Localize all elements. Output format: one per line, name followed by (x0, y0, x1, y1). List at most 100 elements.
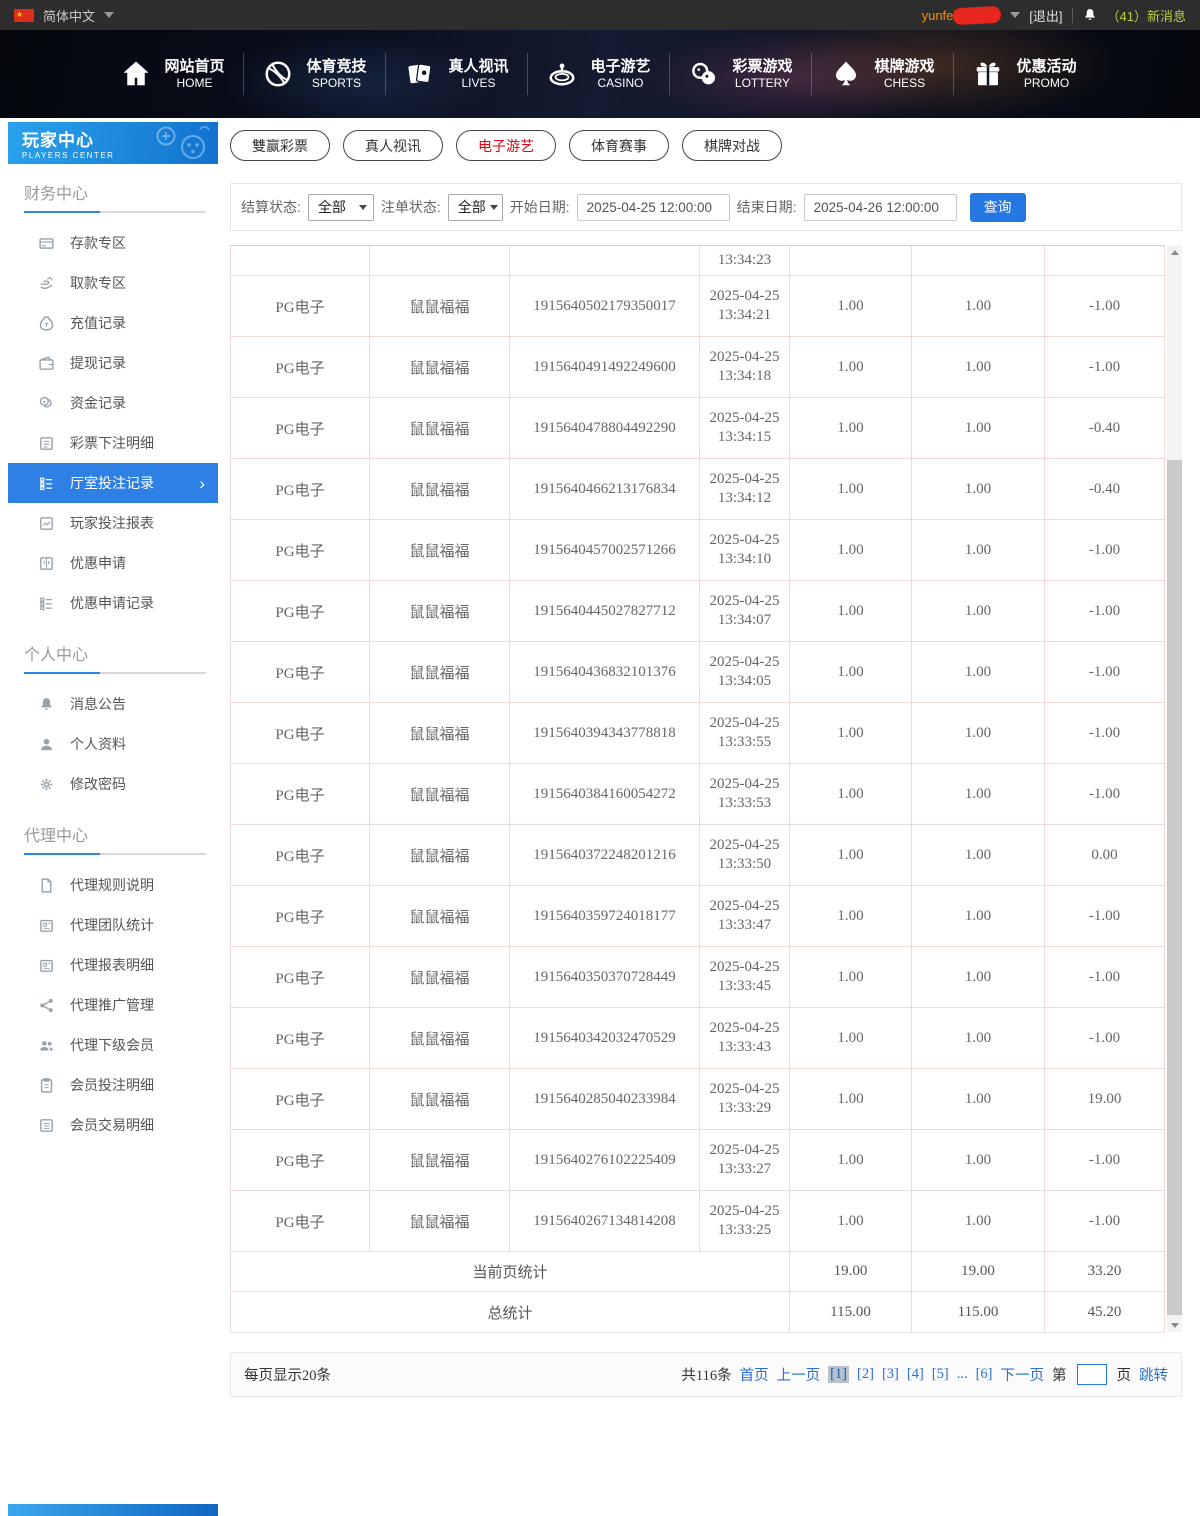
roulette-icon (547, 59, 577, 89)
section-underline (24, 853, 206, 855)
page-link-1[interactable]: [1] (828, 1366, 850, 1383)
profit-amount: -1.00 (1045, 1130, 1165, 1191)
sidebar-item[interactable]: 资金记录 (8, 383, 218, 423)
game-name: 鼠鼠福福 (370, 703, 510, 764)
sidebar-item[interactable]: 代理规则说明 (8, 865, 218, 905)
section-title: 财务中心 (24, 186, 89, 203)
nav-item-text: 棋牌游戏 CHESS (874, 57, 934, 91)
table-row: PG电子 鼠鼠福福 1915640350370728449 2025-04-25 13:… (230, 947, 1165, 1008)
bet-amount: 1.00 (790, 825, 912, 886)
category-tabs: 雙赢彩票 真人视讯 电子游艺 体育赛事 棋牌对战 (230, 130, 1182, 161)
sidebar-item[interactable]: 优惠申请记录 (8, 583, 218, 623)
table-row: PG电子 鼠鼠福福 1915640342032470529 2025-04-25 13:… (230, 1008, 1165, 1069)
sidebar-item[interactable]: 代理下级会员 (8, 1025, 218, 1065)
stat-bet: 115.00 (790, 1292, 912, 1333)
prev-page-link[interactable]: 上一页 (777, 1364, 821, 1385)
scrollbar-thumb[interactable] (1167, 460, 1182, 1315)
jump-prefix-label: 第 (1052, 1368, 1067, 1384)
sidebar-item[interactable]: 优惠申请 (8, 543, 218, 583)
sidebar-item-label: 玩家投注报表 (70, 515, 154, 531)
sidebar-item-active[interactable]: 厅室投注记录 › (8, 463, 218, 503)
settle-status-select[interactable]: 全部 (307, 193, 374, 221)
stat-profit: 45.20 (1045, 1292, 1165, 1333)
bet-amount: 1.00 (790, 703, 912, 764)
jump-button[interactable]: 跳转 (1139, 1364, 1168, 1385)
username[interactable]: yunfei (922, 8, 957, 23)
list-doc-icon (38, 435, 55, 452)
section-items: 代理规则说明 代理团队统计代理报表明细代理推广管理 代理下级会员 会员投注明细 会员交易… (8, 859, 218, 1147)
bell-icon[interactable] (1082, 7, 1098, 23)
sidebar-item-label: 提现记录 (70, 355, 126, 371)
provider: PG电子 (230, 581, 370, 642)
spade-icon (831, 59, 861, 89)
new-messages-link[interactable]: （41）新消息 (1107, 6, 1186, 25)
order-status-value: 全部 (457, 199, 486, 215)
sidebar-item[interactable]: 取款专区 (8, 263, 218, 303)
gear-icon (38, 776, 55, 793)
order-status-select[interactable]: 全部 (447, 193, 503, 221)
scroll-down-arrow-icon[interactable] (1167, 1318, 1182, 1332)
sidebar-item[interactable]: 会员交易明细 (8, 1105, 218, 1145)
stat-valid: 115.00 (912, 1292, 1045, 1333)
sidebar-item[interactable]: 存款专区 (8, 223, 218, 263)
bet-amount: 1.00 (790, 398, 912, 459)
language-selector[interactable]: ★ 简体中文 (14, 6, 115, 25)
sidebar-item[interactable]: 消息公告 (8, 684, 218, 724)
nav-item-lottery[interactable]: 彩票游戏 LOTTERY (670, 57, 812, 91)
sidebar-item[interactable]: 修改密码 (8, 764, 218, 804)
list-check2-icon (38, 595, 55, 612)
first-page-link[interactable]: 首页 (740, 1364, 769, 1385)
profit-amount: -1.00 (1045, 276, 1165, 337)
withdraw-icon (38, 275, 55, 292)
nav-item-chess[interactable]: 棋牌游戏 CHESS (812, 57, 954, 91)
sidebar-item-label: 代理报表明细 (70, 957, 154, 973)
sidebar-item[interactable]: 代理团队统计 (8, 905, 218, 945)
profit-amount: 0.00 (1045, 825, 1165, 886)
bet-amount: 1.00 (790, 642, 912, 703)
records-table: 13:34:23 PG电子 鼠鼠福福 1915640502179350017 2025-… (230, 245, 1182, 1333)
end-date-input[interactable] (803, 193, 957, 221)
order-number: 1915640359724018177 (510, 886, 700, 947)
valid-amount: 1.00 (912, 520, 1045, 581)
page-link-5[interactable]: [5] (932, 1366, 949, 1383)
sidebar-item[interactable]: 提现记录 (8, 343, 218, 383)
nav-item-casino[interactable]: 电子游艺 CASINO (528, 57, 670, 91)
page-link-6[interactable]: [6] (976, 1366, 993, 1383)
page-link-2[interactable]: [2] (857, 1366, 874, 1383)
page-link-3[interactable]: [3] (882, 1366, 899, 1383)
nav-item-promo[interactable]: 优惠活动 PROMO (954, 57, 1096, 91)
sidebar-item[interactable]: 彩票下注明细 (8, 423, 218, 463)
sidebar-item[interactable]: 充值记录 (8, 303, 218, 343)
sidebar-item[interactable]: 会员投注明细 (8, 1065, 218, 1105)
tab-4[interactable]: 棋牌对战 (682, 130, 782, 161)
tab-0[interactable]: 雙赢彩票 (230, 130, 330, 161)
nav-item-sports[interactable]: 体育竞技 SPORTS (244, 57, 386, 91)
search-button[interactable]: 查询 (969, 192, 1026, 222)
table-row: PG电子 鼠鼠福福 1915640384160054272 2025-04-25 13:… (230, 764, 1165, 825)
sidebar-item[interactable]: 代理推广管理 (8, 985, 218, 1025)
sidebar-item[interactable]: 玩家投注报表 (8, 503, 218, 543)
jump-page-input[interactable] (1076, 1364, 1107, 1385)
page-link-4[interactable]: [4] (907, 1366, 924, 1383)
next-page-link[interactable]: 下一页 (1001, 1364, 1045, 1385)
user-caret-down-icon[interactable] (1010, 12, 1021, 18)
order-number: 1915640436832101376 (510, 642, 700, 703)
tab-1[interactable]: 真人视讯 (343, 130, 443, 161)
nav-item-home[interactable]: 网站首页 HOME (102, 57, 244, 91)
sidebar-item[interactable]: 个人资料 (8, 724, 218, 764)
table-row: PG电子 鼠鼠福福 1915640285040233984 2025-04-25 13:… (230, 1069, 1165, 1130)
valid-amount: 1.00 (912, 398, 1045, 459)
bet-amount: 1.00 (790, 1130, 912, 1191)
start-date-input[interactable] (576, 193, 730, 221)
profit-amount: -1.00 (1045, 520, 1165, 581)
tab-3[interactable]: 体育赛事 (569, 130, 669, 161)
nav-item-lives[interactable]: 真人视讯 LIVES (386, 57, 528, 91)
tab-2[interactable]: 电子游艺 (456, 130, 556, 161)
settle-status-value: 全部 (317, 199, 346, 215)
scroll-up-arrow-icon[interactable] (1167, 245, 1182, 259)
logout-button[interactable]: [退出] (1029, 6, 1062, 25)
sidebar-item[interactable]: 代理报表明细 (8, 945, 218, 985)
bet-clock: 13:34:21 (717, 307, 772, 323)
bet-date: 2025-04-25 (709, 349, 780, 365)
table-scrollbar[interactable] (1167, 245, 1182, 1332)
